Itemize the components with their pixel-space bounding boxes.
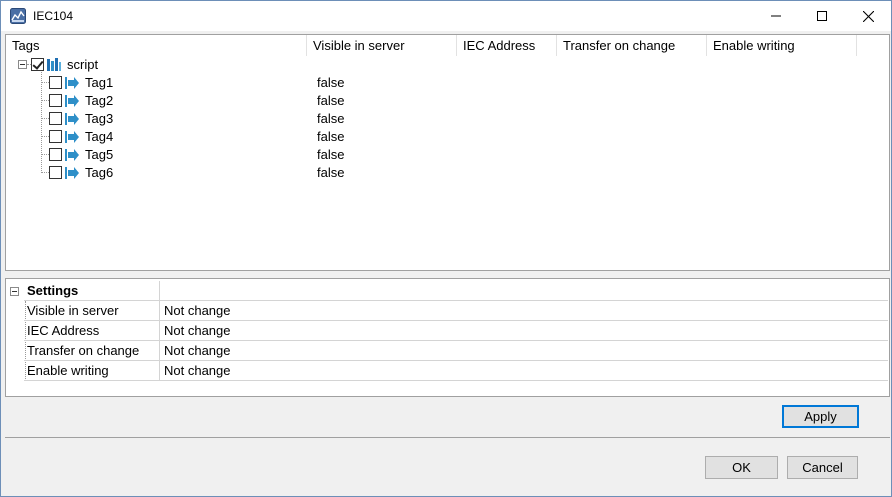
tag-checkbox[interactable] xyxy=(49,130,62,143)
root-checkbox[interactable] xyxy=(31,58,44,71)
column-header-visible-in-server[interactable]: Visible in server xyxy=(307,35,457,56)
tag-arrow-icon xyxy=(65,95,79,107)
tree-connector xyxy=(42,82,49,83)
tree-row-tag[interactable]: Tag5 false xyxy=(6,146,889,164)
tag-label: Tag3 xyxy=(85,111,114,126)
close-icon xyxy=(862,10,874,22)
tag-label: Tag2 xyxy=(85,93,114,108)
tag-checkbox[interactable] xyxy=(49,166,62,179)
tag-checkbox[interactable] xyxy=(49,148,62,161)
tag-label: Tag4 xyxy=(85,129,114,144)
tree-row-tag[interactable]: Tag2 false xyxy=(6,92,889,110)
tree-row-root[interactable]: script xyxy=(6,56,889,74)
window-title: IEC104 xyxy=(33,9,74,23)
tree-connector xyxy=(42,136,49,137)
root-label: script xyxy=(67,57,99,72)
tree-connector xyxy=(42,154,49,155)
chart-app-icon xyxy=(10,8,26,24)
minimize-icon xyxy=(771,15,781,17)
property-row[interactable]: Enable writing Not change xyxy=(6,361,889,381)
tag-checkbox[interactable] xyxy=(49,94,62,107)
tags-tree-grid[interactable]: Tags Visible in server IEC Address Trans… xyxy=(5,34,890,271)
tree-body: script Tag1 false Tag2 false Tag3 false … xyxy=(6,56,889,270)
property-row[interactable]: IEC Address Not change xyxy=(6,321,889,341)
tree-row-tag[interactable]: Tag1 false xyxy=(6,74,889,92)
script-icon xyxy=(47,58,61,71)
property-name: IEC Address xyxy=(24,321,160,341)
property-row[interactable]: Visible in server Not change xyxy=(6,301,889,321)
settings-category-label: Settings xyxy=(24,281,160,301)
collapse-toggle[interactable] xyxy=(18,60,27,69)
column-header-enable-writing[interactable]: Enable writing xyxy=(707,35,857,56)
tag-arrow-icon xyxy=(65,149,79,161)
column-header-tags[interactable]: Tags xyxy=(6,35,307,56)
tag-arrow-icon xyxy=(65,77,79,89)
tag-checkbox[interactable] xyxy=(49,76,62,89)
property-value[interactable]: Not change xyxy=(160,341,888,361)
property-name: Enable writing xyxy=(24,361,160,381)
visible-in-server-value: false xyxy=(317,147,345,162)
visible-in-server-value: false xyxy=(317,75,345,90)
visible-in-server-value: false xyxy=(317,165,345,180)
title-bar[interactable]: IEC104 xyxy=(1,1,891,31)
tag-label: Tag6 xyxy=(85,165,114,180)
panel-splitter[interactable] xyxy=(5,271,890,276)
settings-property-grid[interactable]: Settings Visible in server Not change IE… xyxy=(5,278,890,397)
ok-button[interactable]: OK xyxy=(705,456,778,479)
property-name: Visible in server xyxy=(24,301,160,321)
maximize-button[interactable] xyxy=(799,1,845,31)
column-header-iec-address[interactable]: IEC Address xyxy=(457,35,557,56)
tag-label: Tag1 xyxy=(85,75,114,90)
tag-arrow-icon xyxy=(65,167,79,179)
category-collapse-toggle[interactable] xyxy=(10,287,19,296)
property-value[interactable]: Not change xyxy=(160,301,888,321)
tag-arrow-icon xyxy=(65,113,79,125)
property-name: Transfer on change xyxy=(24,341,160,361)
tag-checkbox[interactable] xyxy=(49,112,62,125)
settings-category-value xyxy=(160,281,888,301)
button-area-divider xyxy=(5,437,890,438)
tag-arrow-icon xyxy=(65,131,79,143)
tree-row-tag[interactable]: Tag3 false xyxy=(6,110,889,128)
tree-connector xyxy=(42,172,49,173)
tree-header: Tags Visible in server IEC Address Trans… xyxy=(6,35,889,56)
property-row[interactable]: Transfer on change Not change xyxy=(6,341,889,361)
cancel-button[interactable]: Cancel xyxy=(787,456,858,479)
minimize-button[interactable] xyxy=(753,1,799,31)
maximize-icon xyxy=(817,11,827,21)
tree-connector xyxy=(42,118,49,119)
visible-in-server-value: false xyxy=(317,129,345,144)
tree-row-tag[interactable]: Tag4 false xyxy=(6,128,889,146)
column-header-transfer-on-change[interactable]: Transfer on change xyxy=(557,35,707,56)
tree-row-tag[interactable]: Tag6 false xyxy=(6,164,889,182)
apply-button[interactable]: Apply xyxy=(782,405,859,428)
visible-in-server-value: false xyxy=(317,111,345,126)
visible-in-server-value: false xyxy=(317,93,345,108)
settings-category-row[interactable]: Settings xyxy=(6,281,889,301)
tag-label: Tag5 xyxy=(85,147,114,162)
tree-connector xyxy=(42,100,49,101)
close-button[interactable] xyxy=(845,1,891,31)
property-value[interactable]: Not change xyxy=(160,321,888,341)
property-value[interactable]: Not change xyxy=(160,361,888,381)
iec104-dialog: IEC104 Tags Visible in server IEC Addres… xyxy=(0,0,892,497)
